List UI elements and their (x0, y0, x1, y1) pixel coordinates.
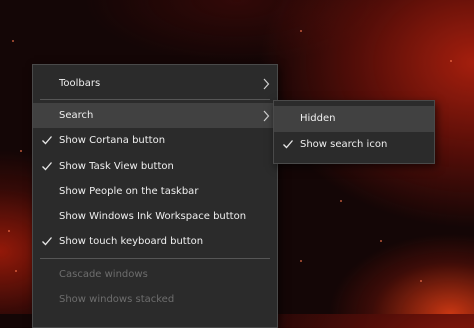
menu-item-show-touch-keyboard-button[interactable]: Show touch keyboard button (33, 229, 277, 254)
search-submenu: Hidden Show search icon (273, 100, 435, 164)
menu-item-label: Show Task View button (59, 161, 174, 172)
menu-item-show-windows-ink-workspace[interactable]: Show Windows Ink Workspace button (33, 204, 277, 229)
menu-item-label: Show People on the taskbar (59, 186, 199, 197)
checkmark-icon (42, 237, 52, 246)
submenu-item-label: Hidden (300, 113, 336, 124)
checkmark-icon (42, 162, 52, 171)
menu-item-cascade-windows: Cascade windows (33, 262, 277, 287)
menu-item-label: Search (59, 110, 94, 121)
checkmark-icon (42, 136, 52, 145)
menu-separator (40, 99, 270, 100)
menu-item-toolbars[interactable]: Toolbars (33, 71, 277, 96)
checkmark-icon (283, 140, 293, 149)
menu-item-search[interactable]: Search (33, 103, 277, 128)
menu-item-label: Show windows stacked (59, 294, 175, 305)
menu-separator (40, 258, 270, 259)
menu-item-show-windows-stacked: Show windows stacked (33, 287, 277, 312)
submenu-item-label: Show search icon (300, 139, 388, 150)
menu-item-show-task-view-button[interactable]: Show Task View button (33, 154, 277, 179)
chevron-right-icon (263, 78, 270, 90)
chevron-right-icon (263, 110, 270, 122)
taskbar-context-menu: Toolbars Search Show Cortana button Show… (32, 64, 278, 328)
menu-item-label: Toolbars (59, 78, 101, 89)
menu-item-label: Cascade windows (59, 269, 148, 280)
menu-item-label: Show touch keyboard button (59, 236, 204, 247)
menu-item-show-cortana-button[interactable]: Show Cortana button (33, 128, 277, 153)
submenu-item-hidden[interactable]: Hidden (274, 106, 434, 132)
menu-item-label: Show Windows Ink Workspace button (59, 211, 247, 222)
submenu-item-show-search-icon[interactable]: Show search icon (274, 132, 434, 158)
menu-item-label: Show Cortana button (59, 135, 166, 146)
menu-item-show-people[interactable]: Show People on the taskbar (33, 179, 277, 204)
